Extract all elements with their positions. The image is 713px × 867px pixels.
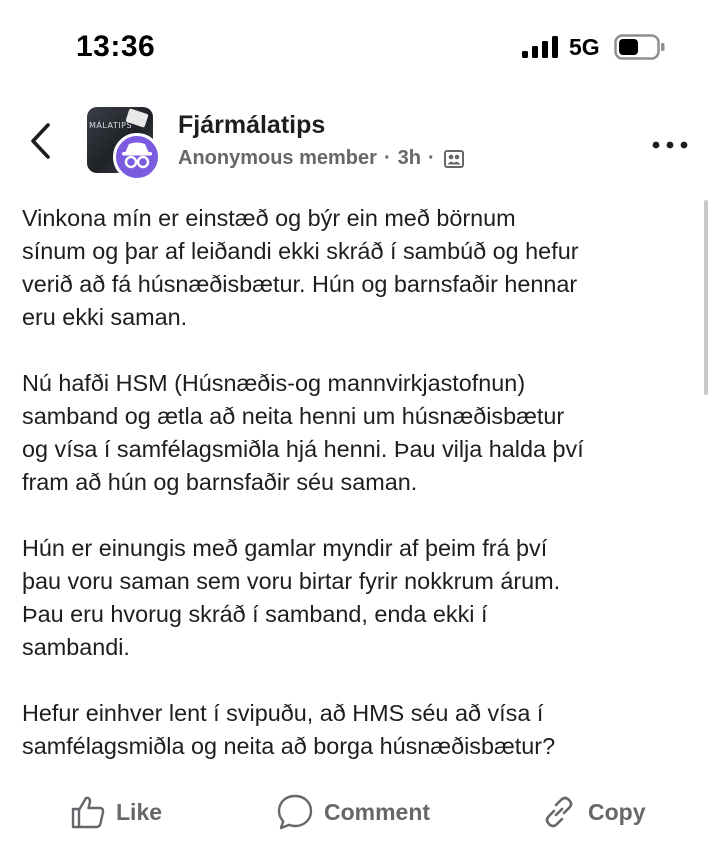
group-name-link[interactable]: Fjármálatips: [178, 111, 325, 140]
post-paragraph: Hefur einhver lent í svipuðu, að HMS séu…: [22, 700, 556, 759]
author-name[interactable]: Anonymous member: [178, 147, 377, 170]
chevron-left-icon[interactable]: [26, 121, 56, 161]
copy-label: Copy: [588, 798, 646, 825]
post-meta: Anonymous member · 3h ·: [178, 147, 464, 170]
more-dots-icon[interactable]: [650, 138, 690, 152]
avatar[interactable]: MÁLATIPS: [87, 107, 167, 181]
post-paragraph: Nú hafði HSM (Húsnæðis-og mannvirkjastof…: [22, 370, 584, 495]
post-header: MÁLATIPS Fjármálatips Anonymous member ·…: [0, 95, 713, 190]
status-bar: 13:36 5G: [0, 0, 713, 90]
members-icon: [443, 149, 464, 168]
network-label: 5G: [569, 34, 600, 60]
group-thumbnail-text: MÁLATIPS: [89, 121, 133, 130]
like-button[interactable]: Like: [70, 792, 162, 832]
post-time[interactable]: 3h: [398, 147, 421, 170]
post-body: Vinkona mín er einstæð og býr ein með bö…: [22, 202, 702, 763]
post-action-bar: Like Comment Copy: [0, 784, 713, 840]
post-paragraph: Hún er einungis með gamlar myndir af þei…: [22, 535, 561, 660]
link-icon: [545, 796, 573, 828]
meta-separator: ·: [383, 147, 391, 169]
copy-button[interactable]: Copy: [540, 792, 646, 832]
scrollbar[interactable]: [704, 200, 708, 395]
status-time: 13:36: [76, 30, 156, 63]
thumbs-up-icon: [71, 796, 105, 829]
comment-button[interactable]: Comment: [276, 792, 430, 832]
signal-bars-icon: [522, 36, 558, 58]
meta-separator: ·: [427, 147, 435, 169]
comment-bubble-icon: [277, 794, 313, 830]
comment-label: Comment: [324, 798, 431, 825]
anonymous-member-icon: [113, 133, 161, 181]
post-paragraph: Vinkona mín er einstæð og býr ein með bö…: [22, 205, 579, 330]
like-label: Like: [116, 798, 163, 825]
battery-icon: [614, 34, 665, 60]
